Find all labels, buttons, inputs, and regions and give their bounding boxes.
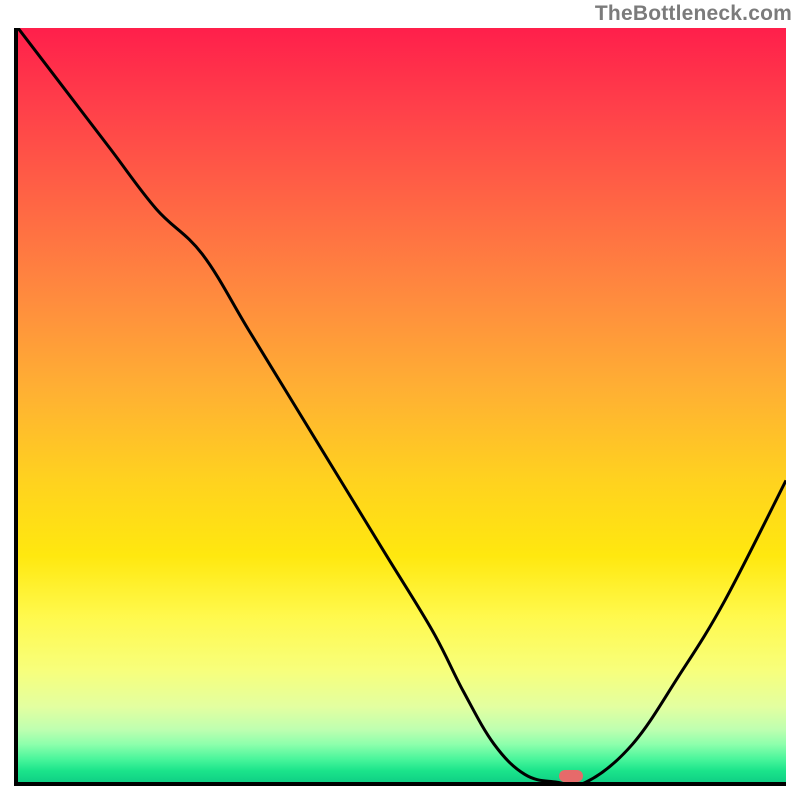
chart-container: TheBottleneck.com bbox=[0, 0, 800, 800]
bottleneck-curve bbox=[18, 28, 786, 782]
plot-area bbox=[14, 28, 786, 786]
optimal-marker bbox=[559, 770, 583, 782]
watermark-text: TheBottleneck.com bbox=[595, 2, 792, 26]
